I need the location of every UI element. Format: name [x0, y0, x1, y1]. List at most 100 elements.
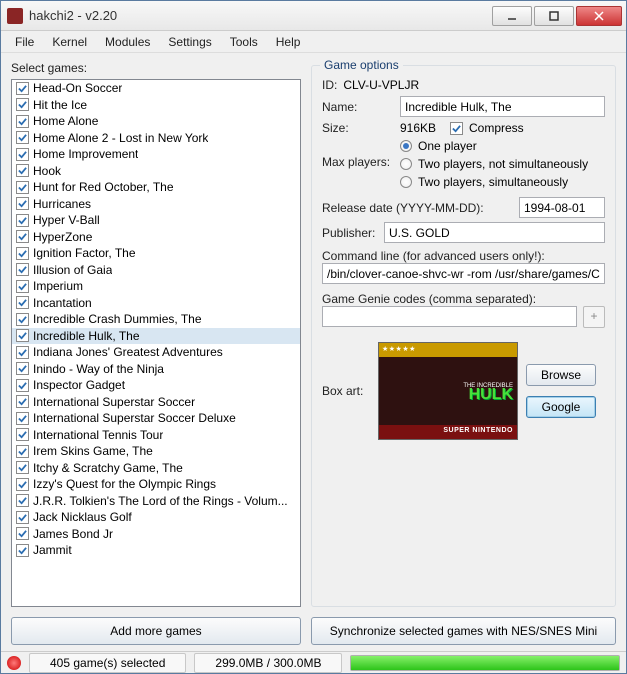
game-checkbox[interactable] [16, 346, 29, 359]
radio-two-simul[interactable] [400, 176, 412, 188]
synchronize-button[interactable]: Synchronize selected games with NES/SNES… [311, 617, 616, 645]
game-name: Irem Skins Game, The [33, 444, 153, 458]
list-item[interactable]: Home Alone 2 - Lost in New York [12, 130, 300, 147]
list-item[interactable]: Izzy's Quest for the Olympic Rings [12, 476, 300, 493]
google-button[interactable]: Google [526, 396, 596, 418]
radio-two-not-simul[interactable] [400, 158, 412, 170]
list-item[interactable]: Imperium [12, 278, 300, 295]
list-item[interactable]: Ignition Factor, The [12, 245, 300, 262]
game-name: Jack Nicklaus Golf [33, 510, 132, 524]
browse-button[interactable]: Browse [526, 364, 596, 386]
publisher-input[interactable] [384, 222, 605, 243]
game-checkbox[interactable] [16, 247, 29, 260]
size-value: 916KB [400, 121, 444, 135]
menu-settings[interactable]: Settings [168, 35, 211, 49]
boxart-image[interactable]: ★★★★★ THE INCREDIBLE HULK SUPER NINTENDO [378, 342, 518, 440]
game-checkbox[interactable] [16, 148, 29, 161]
list-item[interactable]: Illusion of Gaia [12, 262, 300, 279]
game-checkbox[interactable] [16, 296, 29, 309]
game-name: Hyper V-Ball [33, 213, 100, 227]
game-name: Imperium [33, 279, 83, 293]
game-checkbox[interactable] [16, 428, 29, 441]
list-item[interactable]: Incredible Hulk, The [12, 328, 300, 345]
game-checkbox[interactable] [16, 461, 29, 474]
list-item[interactable]: Inindo - Way of the Ninja [12, 361, 300, 378]
game-checkbox[interactable] [16, 362, 29, 375]
list-item[interactable]: Itchy & Scratchy Game, The [12, 460, 300, 477]
menu-help[interactable]: Help [276, 35, 301, 49]
list-item[interactable]: Hit the Ice [12, 97, 300, 114]
titlebar[interactable]: hakchi2 - v2.20 [1, 1, 626, 31]
minimize-button[interactable] [492, 6, 532, 26]
game-checkbox[interactable] [16, 214, 29, 227]
list-item[interactable]: HyperZone [12, 229, 300, 246]
release-date-input[interactable] [519, 197, 605, 218]
game-checkbox[interactable] [16, 98, 29, 111]
list-item[interactable]: Hook [12, 163, 300, 180]
game-checkbox[interactable] [16, 445, 29, 458]
game-checkbox[interactable] [16, 115, 29, 128]
game-checkbox[interactable] [16, 412, 29, 425]
name-input[interactable] [400, 96, 605, 117]
cmdline-label: Command line (for advanced users only!): [322, 249, 605, 263]
game-checkbox[interactable] [16, 280, 29, 293]
game-checkbox[interactable] [16, 181, 29, 194]
menu-tools[interactable]: Tools [230, 35, 258, 49]
game-checkbox[interactable] [16, 478, 29, 491]
game-checkbox[interactable] [16, 379, 29, 392]
games-list[interactable]: Head-On SoccerHit the IceHome AloneHome … [11, 79, 301, 607]
list-item[interactable]: International Tennis Tour [12, 427, 300, 444]
list-item[interactable]: Hyper V-Ball [12, 212, 300, 229]
list-item[interactable]: International Superstar Soccer Deluxe [12, 410, 300, 427]
gg-add-button[interactable]: + [583, 306, 605, 328]
list-item[interactable]: Irem Skins Game, The [12, 443, 300, 460]
game-checkbox[interactable] [16, 511, 29, 524]
game-checkbox[interactable] [16, 263, 29, 276]
list-item[interactable]: Home Alone [12, 113, 300, 130]
list-item[interactable]: J.R.R. Tolkien's The Lord of the Rings -… [12, 493, 300, 510]
list-item[interactable]: Incredible Crash Dummies, The [12, 311, 300, 328]
game-checkbox[interactable] [16, 82, 29, 95]
game-checkbox[interactable] [16, 197, 29, 210]
main-window: hakchi2 - v2.20 File Kernel Modules Sett… [0, 0, 627, 674]
list-item[interactable]: James Bond Jr [12, 526, 300, 543]
game-name: Incredible Hulk, The [33, 329, 140, 343]
list-item[interactable]: Hurricanes [12, 196, 300, 213]
list-item[interactable]: Jack Nicklaus Golf [12, 509, 300, 526]
game-checkbox[interactable] [16, 544, 29, 557]
game-checkbox[interactable] [16, 395, 29, 408]
add-more-games-button[interactable]: Add more games [11, 617, 301, 645]
close-button[interactable] [576, 6, 622, 26]
maximize-button[interactable] [534, 6, 574, 26]
game-name: Home Alone 2 - Lost in New York [33, 131, 208, 145]
game-checkbox[interactable] [16, 131, 29, 144]
list-item[interactable]: International Superstar Soccer [12, 394, 300, 411]
game-checkbox[interactable] [16, 313, 29, 326]
menu-modules[interactable]: Modules [105, 35, 150, 49]
list-item[interactable]: Hunt for Red October, The [12, 179, 300, 196]
game-checkbox[interactable] [16, 329, 29, 342]
game-checkbox[interactable] [16, 164, 29, 177]
game-checkbox[interactable] [16, 527, 29, 540]
menu-kernel[interactable]: Kernel [52, 35, 87, 49]
game-name: International Superstar Soccer [33, 395, 195, 409]
list-item[interactable]: Inspector Gadget [12, 377, 300, 394]
statusbar: 405 game(s) selected 299.0MB / 300.0MB [1, 651, 626, 673]
gg-input[interactable] [322, 306, 577, 327]
compress-checkbox[interactable] [450, 122, 463, 135]
game-name: Inspector Gadget [33, 378, 125, 392]
list-item[interactable]: Head-On Soccer [12, 80, 300, 97]
game-checkbox[interactable] [16, 494, 29, 507]
menu-file[interactable]: File [15, 35, 34, 49]
list-item[interactable]: Home Improvement [12, 146, 300, 163]
game-name: Ignition Factor, The [33, 246, 136, 260]
list-item[interactable]: Incantation [12, 295, 300, 312]
list-item[interactable]: Jammit [12, 542, 300, 559]
game-name: Incredible Crash Dummies, The [33, 312, 202, 326]
radio-one-player[interactable] [400, 140, 412, 152]
cmdline-input[interactable] [322, 263, 605, 284]
game-checkbox[interactable] [16, 230, 29, 243]
list-item[interactable]: Indiana Jones' Greatest Adventures [12, 344, 300, 361]
game-name: International Superstar Soccer Deluxe [33, 411, 236, 425]
game-name: Hurricanes [33, 197, 91, 211]
